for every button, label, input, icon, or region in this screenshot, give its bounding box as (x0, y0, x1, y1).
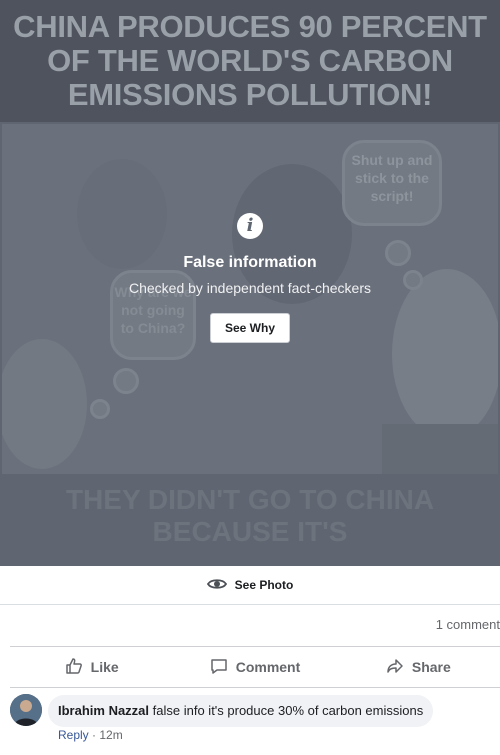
comment-time[interactable]: 12m (99, 728, 122, 742)
comment-button[interactable]: Comment (173, 657, 336, 678)
comment-meta: Reply · 12m (58, 728, 123, 742)
comment-count[interactable]: 1 comment (0, 604, 500, 646)
thumbs-up-icon (65, 657, 83, 678)
meta-separator: · (92, 728, 97, 742)
comment-author[interactable]: Ibrahim Nazzal (58, 703, 149, 718)
see-photo-button[interactable]: See Photo (0, 566, 500, 605)
comment-text: false info it's produce 30% of carbon em… (152, 703, 424, 718)
false-info-subtitle: Checked by independent fact-checkers (128, 280, 372, 296)
comment-bubble: Ibrahim Nazzal false info it's produce 3… (48, 695, 434, 727)
thought-dot (113, 368, 139, 394)
see-why-button[interactable]: See Why (209, 313, 290, 343)
thought-dot (90, 399, 110, 419)
share-label: Share (411, 659, 451, 675)
share-button[interactable]: Share (337, 657, 500, 678)
speech-bubble-right-text: Shut up and stick to the script! (351, 152, 433, 204)
false-info-title: False information (183, 254, 317, 271)
post-actions: Like Comment Share (10, 646, 500, 688)
false-info-overlay: i False information Checked by independe… (0, 213, 500, 343)
share-icon (386, 657, 404, 678)
comment-icon (210, 657, 228, 678)
avatar[interactable] (10, 694, 42, 726)
meme-caption: THEY DIDN'T GO TO CHINA BECAUSE IT'S (65, 484, 435, 547)
like-button[interactable]: Like (10, 657, 173, 678)
info-icon: i (237, 213, 263, 239)
reply-link[interactable]: Reply (58, 728, 89, 742)
meme-title: CHINA PRODUCES 90 PERCENT OF THE WORLD'S… (13, 9, 487, 112)
see-photo-label: See Photo (234, 578, 294, 592)
comment-label: Comment (235, 659, 301, 675)
post-image-blurred[interactable]: CHINA PRODUCES 90 PERCENT OF THE WORLD'S… (0, 0, 500, 566)
meme-header: CHINA PRODUCES 90 PERCENT OF THE WORLD'S… (0, 0, 500, 122)
eye-icon (206, 577, 227, 594)
like-label: Like (90, 659, 119, 675)
